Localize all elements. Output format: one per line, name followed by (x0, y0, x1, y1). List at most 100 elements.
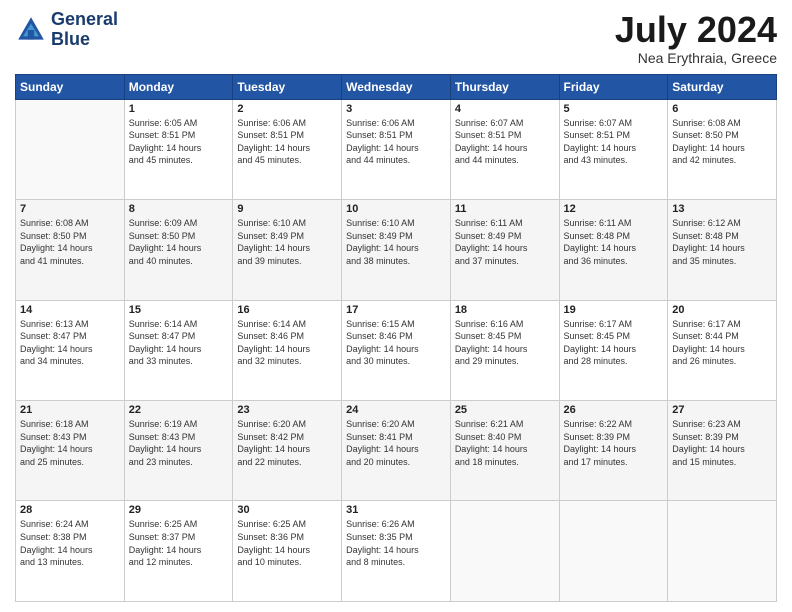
day-number: 25 (455, 404, 555, 416)
table-row: 9Sunrise: 6:10 AM Sunset: 8:49 PM Daylig… (233, 200, 342, 300)
table-row (559, 501, 668, 602)
col-monday: Monday (124, 74, 233, 99)
day-info: Sunrise: 6:15 AM Sunset: 8:46 PM Dayligh… (346, 318, 446, 368)
logo-icon (15, 14, 47, 46)
table-row: 6 Sunrise: 6:08 AM Sunset: 8:50 PM Daylig… (668, 99, 777, 199)
day-number: 30 (237, 504, 337, 516)
table-row: 20 Sunrise: 6:17 AM Sunset: 8:44 PM Dayli… (668, 300, 777, 400)
day-number: 8 (129, 203, 229, 215)
day-number: 10 (346, 203, 446, 215)
day-number: 2 (237, 103, 337, 115)
calendar-week-3: 14 Sunrise: 6:13 AM Sunset: 8:47 PM Dayli… (16, 300, 777, 400)
calendar-week-1: 1Sunrise: 6:05 AM Sunset: 8:51 PM Daylig… (16, 99, 777, 199)
day-info: Sunrise: 6:05 AM Sunset: 8:51 PM Dayligh… (129, 117, 229, 167)
logo-line1: General (51, 10, 118, 30)
table-row: 24 Sunrise: 6:20 AM Sunset: 8:41 PM Dayli… (342, 401, 451, 501)
day-info: Sunrise: 6:21 AM Sunset: 8:40 PM Dayligh… (455, 418, 555, 468)
day-info: Sunrise: 6:14 AM Sunset: 8:47 PM Dayligh… (129, 318, 229, 368)
col-sunday: Sunday (16, 74, 125, 99)
day-number: 6 (672, 103, 772, 115)
day-info: Sunrise: 6:16 AM Sunset: 8:45 PM Dayligh… (455, 318, 555, 368)
day-info: Sunrise: 6:11 AM Sunset: 8:48 PM Dayligh… (564, 217, 664, 267)
day-info: Sunrise: 6:19 AM Sunset: 8:43 PM Dayligh… (129, 418, 229, 468)
table-row: 1Sunrise: 6:05 AM Sunset: 8:51 PM Daylig… (124, 99, 233, 199)
day-info: Sunrise: 6:11 AM Sunset: 8:49 PM Dayligh… (455, 217, 555, 267)
day-number: 18 (455, 304, 555, 316)
calendar-week-4: 21 Sunrise: 6:18 AM Sunset: 8:43 PM Dayli… (16, 401, 777, 501)
table-row: 29 Sunrise: 6:25 AM Sunset: 8:37 PM Dayli… (124, 501, 233, 602)
calendar: Sunday Monday Tuesday Wednesday Thursday… (15, 74, 777, 602)
day-number: 13 (672, 203, 772, 215)
table-row: 16Sunrise: 6:14 AM Sunset: 8:46 PM Dayli… (233, 300, 342, 400)
table-row: 19Sunrise: 6:17 AM Sunset: 8:45 PM Dayli… (559, 300, 668, 400)
logo: General Blue (15, 10, 118, 50)
day-info: Sunrise: 6:25 AM Sunset: 8:37 PM Dayligh… (129, 518, 229, 568)
day-info: Sunrise: 6:09 AM Sunset: 8:50 PM Dayligh… (129, 217, 229, 267)
table-row: 13 Sunrise: 6:12 AM Sunset: 8:48 PM Dayli… (668, 200, 777, 300)
day-info: Sunrise: 6:08 AM Sunset: 8:50 PM Dayligh… (20, 217, 120, 267)
day-number: 3 (346, 103, 446, 115)
table-row: 18 Sunrise: 6:16 AM Sunset: 8:45 PM Dayli… (450, 300, 559, 400)
month-year: July 2024 (615, 10, 777, 50)
day-info: Sunrise: 6:12 AM Sunset: 8:48 PM Dayligh… (672, 217, 772, 267)
day-info: Sunrise: 6:26 AM Sunset: 8:35 PM Dayligh… (346, 518, 446, 568)
table-row: 23 Sunrise: 6:20 AM Sunset: 8:42 PM Dayli… (233, 401, 342, 501)
table-row: 26 Sunrise: 6:22 AM Sunset: 8:39 PM Dayli… (559, 401, 668, 501)
col-tuesday: Tuesday (233, 74, 342, 99)
table-row (16, 99, 125, 199)
day-info: Sunrise: 6:17 AM Sunset: 8:44 PM Dayligh… (672, 318, 772, 368)
table-row: 14 Sunrise: 6:13 AM Sunset: 8:47 PM Dayli… (16, 300, 125, 400)
table-row (450, 501, 559, 602)
day-number: 5 (564, 103, 664, 115)
day-number: 19 (564, 304, 664, 316)
day-number: 22 (129, 404, 229, 416)
table-row: 22 Sunrise: 6:19 AM Sunset: 8:43 PM Dayli… (124, 401, 233, 501)
day-info: Sunrise: 6:08 AM Sunset: 8:50 PM Dayligh… (672, 117, 772, 167)
day-number: 14 (20, 304, 120, 316)
day-number: 12 (564, 203, 664, 215)
day-info: Sunrise: 6:22 AM Sunset: 8:39 PM Dayligh… (564, 418, 664, 468)
day-number: 23 (237, 404, 337, 416)
table-row: 4Sunrise: 6:07 AM Sunset: 8:51 PM Daylig… (450, 99, 559, 199)
day-info: Sunrise: 6:20 AM Sunset: 8:41 PM Dayligh… (346, 418, 446, 468)
day-number: 28 (20, 504, 120, 516)
table-row: 12 Sunrise: 6:11 AM Sunset: 8:48 PM Dayli… (559, 200, 668, 300)
page: General Blue July 2024 Nea Erythraia, Gr… (0, 0, 792, 612)
table-row: 3Sunrise: 6:06 AM Sunset: 8:51 PM Daylig… (342, 99, 451, 199)
day-info: Sunrise: 6:13 AM Sunset: 8:47 PM Dayligh… (20, 318, 120, 368)
table-row: 11 Sunrise: 6:11 AM Sunset: 8:49 PM Dayli… (450, 200, 559, 300)
table-row: 8 Sunrise: 6:09 AM Sunset: 8:50 PM Daylig… (124, 200, 233, 300)
day-number: 24 (346, 404, 446, 416)
calendar-week-2: 7Sunrise: 6:08 AM Sunset: 8:50 PM Daylig… (16, 200, 777, 300)
title-block: July 2024 Nea Erythraia, Greece (615, 10, 777, 66)
header-row: Sunday Monday Tuesday Wednesday Thursday… (16, 74, 777, 99)
day-number: 21 (20, 404, 120, 416)
day-info: Sunrise: 6:14 AM Sunset: 8:46 PM Dayligh… (237, 318, 337, 368)
day-info: Sunrise: 6:06 AM Sunset: 8:51 PM Dayligh… (237, 117, 337, 167)
col-thursday: Thursday (450, 74, 559, 99)
col-friday: Friday (559, 74, 668, 99)
day-info: Sunrise: 6:18 AM Sunset: 8:43 PM Dayligh… (20, 418, 120, 468)
table-row: 15Sunrise: 6:14 AM Sunset: 8:47 PM Dayli… (124, 300, 233, 400)
day-number: 27 (672, 404, 772, 416)
day-info: Sunrise: 6:20 AM Sunset: 8:42 PM Dayligh… (237, 418, 337, 468)
table-row: 7Sunrise: 6:08 AM Sunset: 8:50 PM Daylig… (16, 200, 125, 300)
calendar-week-5: 28 Sunrise: 6:24 AM Sunset: 8:38 PM Dayli… (16, 501, 777, 602)
day-number: 29 (129, 504, 229, 516)
header: General Blue July 2024 Nea Erythraia, Gr… (15, 10, 777, 66)
table-row: 17Sunrise: 6:15 AM Sunset: 8:46 PM Dayli… (342, 300, 451, 400)
location: Nea Erythraia, Greece (615, 50, 777, 66)
day-info: Sunrise: 6:23 AM Sunset: 8:39 PM Dayligh… (672, 418, 772, 468)
table-row: 2 Sunrise: 6:06 AM Sunset: 8:51 PM Daylig… (233, 99, 342, 199)
table-row: 10Sunrise: 6:10 AM Sunset: 8:49 PM Dayli… (342, 200, 451, 300)
logo-line2: Blue (51, 30, 118, 50)
col-saturday: Saturday (668, 74, 777, 99)
day-number: 20 (672, 304, 772, 316)
table-row (668, 501, 777, 602)
day-info: Sunrise: 6:07 AM Sunset: 8:51 PM Dayligh… (564, 117, 664, 167)
day-number: 26 (564, 404, 664, 416)
day-info: Sunrise: 6:10 AM Sunset: 8:49 PM Dayligh… (237, 217, 337, 267)
day-info: Sunrise: 6:24 AM Sunset: 8:38 PM Dayligh… (20, 518, 120, 568)
day-number: 11 (455, 203, 555, 215)
table-row: 28 Sunrise: 6:24 AM Sunset: 8:38 PM Dayli… (16, 501, 125, 602)
